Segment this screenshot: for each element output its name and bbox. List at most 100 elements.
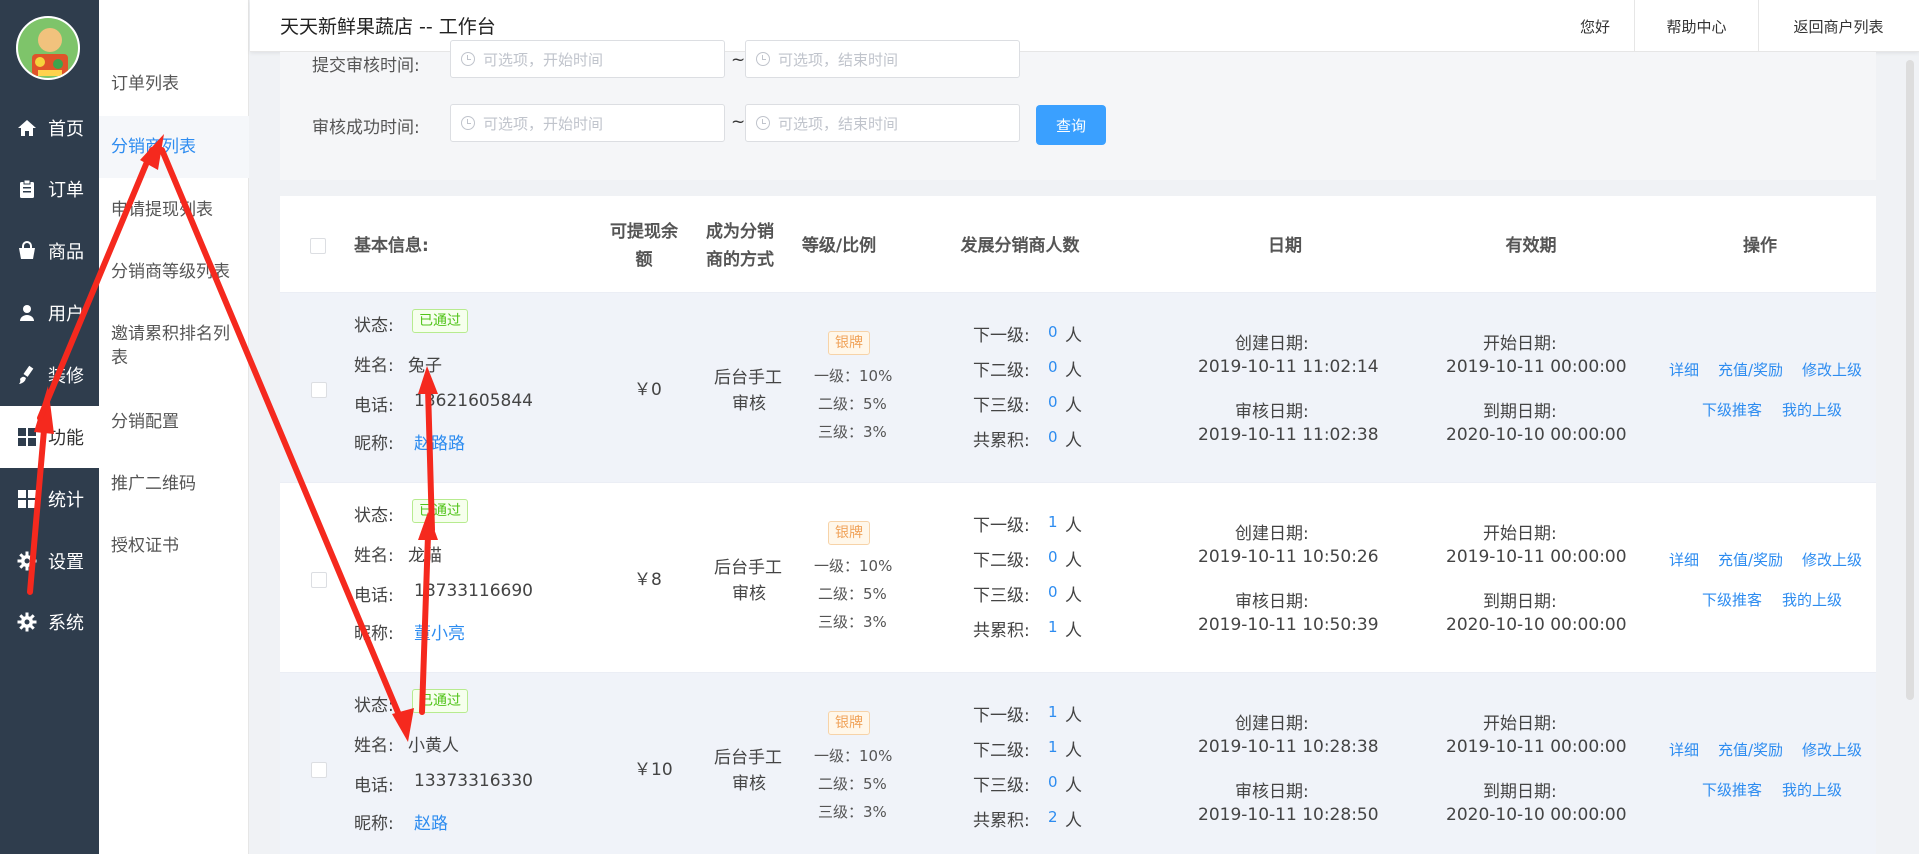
count-label: 共累积:: [973, 621, 1030, 641]
edit-parent-link[interactable]: 修改上级: [1802, 549, 1862, 570]
sub-menu: 订单列表分销商列表申请提现列表 分销商等级列表邀请累积排名列表分销配置推广二维码授…: [99, 0, 249, 854]
count-label: 下三级:: [973, 586, 1030, 606]
shopping-bag-icon: [16, 240, 38, 262]
count-label: 下三级:: [973, 776, 1030, 796]
recharge-reward-link[interactable]: 充值/奖励: [1718, 549, 1783, 570]
level-badge: 银牌: [828, 521, 870, 545]
col-date: 日期: [1268, 236, 1302, 256]
sidebar-item-products[interactable]: 商品: [0, 220, 99, 282]
detail-link[interactable]: 详细: [1669, 359, 1699, 380]
user-icon: [16, 302, 38, 324]
end-date-label: 到期日期:: [1483, 782, 1557, 802]
col-develop-count: 发展分销商人数: [960, 236, 1080, 256]
submenu-item-distributor-level-list[interactable]: 分销商等级列表: [99, 260, 249, 284]
count-value-link[interactable]: 0: [1048, 358, 1058, 376]
phone-label: 电话:: [354, 396, 394, 416]
submenu-item-auth-certificate[interactable]: 授权证书: [99, 534, 249, 558]
detail-link[interactable]: 详细: [1669, 549, 1699, 570]
ratio-level-3: 三级：3%: [818, 423, 887, 441]
recharge-reward-link[interactable]: 充值/奖励: [1718, 359, 1783, 380]
clock-icon: [461, 116, 475, 130]
ratio-level-1: 一级：10%: [814, 367, 893, 385]
join-method-2: 审核: [732, 394, 766, 414]
nickname-label: 昵称:: [354, 624, 394, 644]
range-separator: ~: [731, 50, 746, 70]
count-value-link[interactable]: 2: [1048, 808, 1058, 826]
nickname-link[interactable]: 赵路路: [414, 429, 465, 454]
submit-start-date-input[interactable]: 可选项，开始时间: [450, 40, 725, 78]
my-parent-link[interactable]: 我的上级: [1782, 779, 1842, 800]
nickname-link[interactable]: 赵路: [414, 809, 448, 834]
detail-link[interactable]: 详细: [1669, 739, 1699, 760]
audit-date: 2019-10-11 11:02:38: [1198, 425, 1379, 445]
count-value-link[interactable]: 0: [1048, 548, 1058, 566]
count-value-link[interactable]: 0: [1048, 428, 1058, 446]
clock-icon: [756, 116, 770, 130]
table-row: 状态: 已通过 姓名: 兔子 电话: 13621605844 昵称: 赵路路 ￥0 后台手工 审核 银…: [280, 292, 1876, 482]
select-all-checkbox[interactable]: [310, 238, 326, 254]
submenu-item-invite-ranking-list[interactable]: 邀请累积排名列表: [99, 322, 249, 370]
help-center-link[interactable]: 帮助中心: [1634, 0, 1758, 52]
sidebar-item-settings[interactable]: 设置: [0, 530, 99, 592]
sidebar-item-label: 用户: [48, 304, 84, 325]
count-unit: 人: [1065, 551, 1082, 571]
status-label: 状态:: [354, 696, 394, 716]
submenu-item-promo-qrcode[interactable]: 推广二维码: [99, 472, 249, 496]
created-date: 2019-10-11 10:50:26: [1198, 547, 1379, 567]
count-label: 下一级:: [973, 706, 1030, 726]
sidebar-item-decoration[interactable]: 装修: [0, 344, 99, 406]
nickname-label: 昵称:: [354, 814, 394, 834]
distributor-phone: 13373316330: [414, 771, 533, 791]
count-value-link[interactable]: 1: [1048, 513, 1058, 531]
row-checkbox[interactable]: [311, 572, 327, 588]
sidebar-item-label: 装修: [48, 366, 84, 387]
col-basic-info: 基本信息:: [354, 236, 429, 256]
submit-end-date-input[interactable]: 可选项，结束时间: [745, 40, 1020, 78]
sub-referrals-link[interactable]: 下级推客: [1702, 399, 1762, 420]
count-value-link[interactable]: 1: [1048, 738, 1058, 756]
count-value-link[interactable]: 0: [1048, 773, 1058, 791]
join-method: 后台手工: [714, 558, 782, 578]
my-parent-link[interactable]: 我的上级: [1782, 399, 1842, 420]
join-method-2: 审核: [732, 584, 766, 604]
success-start-date-input[interactable]: 可选项，开始时间: [450, 104, 725, 142]
count-value-link[interactable]: 0: [1048, 323, 1058, 341]
vertical-scrollbar[interactable]: [1906, 60, 1914, 700]
sidebar-item-label: 功能: [48, 428, 84, 449]
edit-parent-link[interactable]: 修改上级: [1802, 739, 1862, 760]
back-to-merchants-link[interactable]: 返回商户列表: [1758, 0, 1918, 52]
sidebar-item-system[interactable]: 系统: [0, 591, 99, 653]
sidebar-item-functions[interactable]: 功能: [0, 406, 99, 468]
query-button[interactable]: 查询: [1036, 105, 1106, 145]
edit-parent-link[interactable]: 修改上级: [1802, 359, 1862, 380]
level-badge: 银牌: [828, 711, 870, 735]
sidebar-item-orders[interactable]: 订单: [0, 158, 99, 220]
table-row: 状态: 已通过 姓名: 龙猫 电话: 18733116690 昵称: 董小亮 ￥8 后台手工 审核 银…: [280, 482, 1876, 672]
my-parent-link[interactable]: 我的上级: [1782, 589, 1842, 610]
count-value-link[interactable]: 0: [1048, 393, 1058, 411]
submenu-item-distribution-config[interactable]: 分销配置: [99, 410, 249, 434]
ratio-level-3: 三级：3%: [818, 803, 887, 821]
sidebar-item-home[interactable]: 首页: [0, 97, 99, 159]
nickname-link[interactable]: 董小亮: [414, 619, 465, 644]
count-value-link[interactable]: 1: [1048, 703, 1058, 721]
sub-referrals-link[interactable]: 下级推客: [1702, 779, 1762, 800]
count-value-link[interactable]: 1: [1048, 618, 1058, 636]
count-value-link[interactable]: 0: [1048, 583, 1058, 601]
success-end-date-input[interactable]: 可选项，结束时间: [745, 104, 1020, 142]
store-avatar[interactable]: [16, 16, 80, 80]
row-checkbox[interactable]: [311, 762, 327, 778]
start-date-label: 开始日期:: [1483, 334, 1557, 354]
submenu-item-withdrawal-list[interactable]: 申请提现列表: [99, 198, 249, 222]
ratio-level-2: 二级：5%: [818, 775, 887, 793]
recharge-reward-link[interactable]: 充值/奖励: [1718, 739, 1783, 760]
greeting-link[interactable]: 您好: [1550, 0, 1640, 52]
submenu-item-distributor-list[interactable]: 分销商列表: [99, 116, 249, 178]
join-method: 后台手工: [714, 368, 782, 388]
sidebar-item-users[interactable]: 用户: [0, 282, 99, 344]
sidebar-item-statistics[interactable]: 统计: [0, 468, 99, 530]
end-date: 2020-10-10 00:00:00: [1446, 805, 1627, 825]
row-checkbox[interactable]: [311, 382, 327, 398]
sub-referrals-link[interactable]: 下级推客: [1702, 589, 1762, 610]
submenu-item-order-list[interactable]: 订单列表: [99, 72, 249, 96]
